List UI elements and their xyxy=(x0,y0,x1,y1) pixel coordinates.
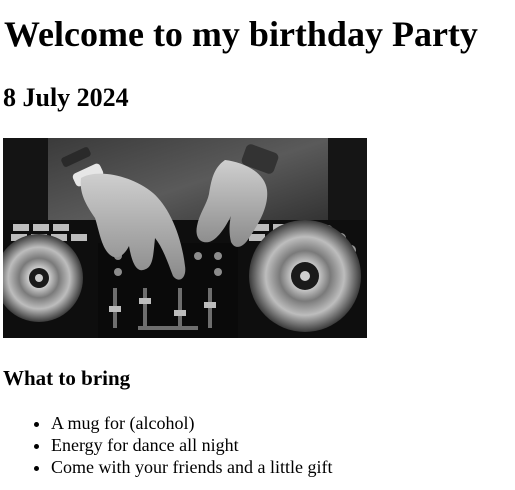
what-to-bring-heading: What to bring xyxy=(3,366,131,390)
bring-list: A mug for (alcohol) Energy for dance all… xyxy=(0,412,332,478)
page-title: Welcome to my birthday Party xyxy=(4,14,478,54)
list-item: Energy for dance all night xyxy=(51,434,332,456)
party-date: 8 July 2024 xyxy=(3,83,129,112)
list-item: Come with your friends and a little gift xyxy=(51,456,332,478)
dj-controller-image xyxy=(3,138,367,338)
list-item: A mug for (alcohol) xyxy=(51,412,332,434)
